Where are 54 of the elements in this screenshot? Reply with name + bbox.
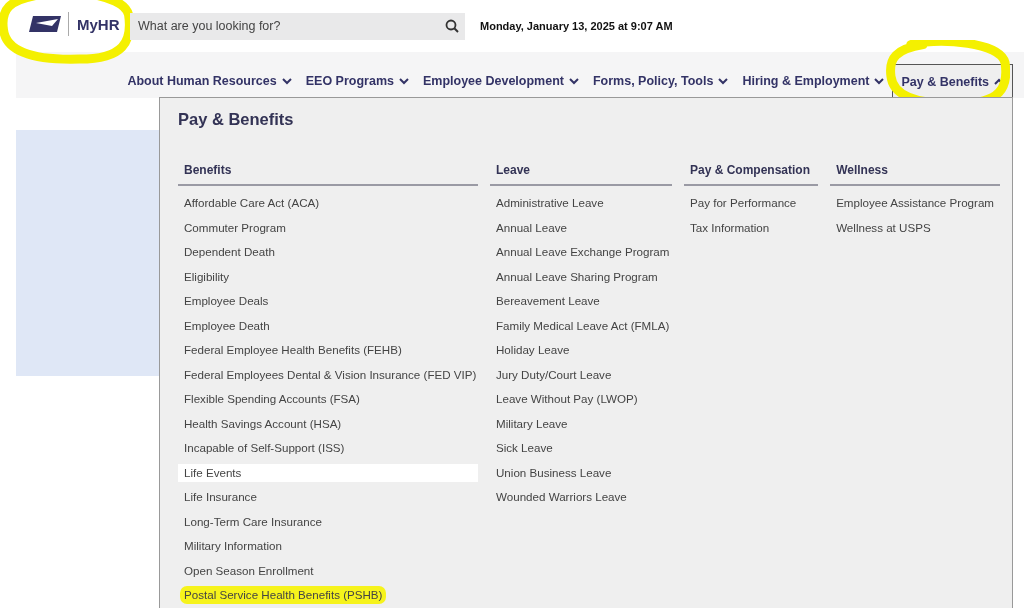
menu-link[interactable]: Employee Deals	[178, 292, 478, 310]
menu-title: Pay & Benefits	[178, 110, 295, 129]
menu-link[interactable]: Annual Leave Exchange Program	[490, 243, 672, 261]
column-heading: Wellness	[830, 163, 1000, 186]
nav-tab[interactable]: Hiring & Employment	[736, 64, 891, 98]
menu-link[interactable]: Long-Term Care Insurance	[178, 512, 478, 531]
menu-link[interactable]: Family Medical Leave Act (FMLA)	[490, 316, 672, 335]
menu-link[interactable]: Flexible Spending Accounts (FSA)	[178, 390, 478, 408]
menu-link[interactable]: Life Insurance	[178, 488, 478, 506]
caret-down-icon	[568, 77, 579, 85]
menu-link[interactable]: Annual Leave	[490, 218, 672, 237]
menu-link[interactable]: Annual Leave Sharing Program	[490, 267, 672, 286]
menu-link[interactable]: Employee Death	[178, 316, 478, 335]
menu-link[interactable]: Union Business Leave	[490, 463, 672, 482]
menu-link[interactable]: Wounded Warriors Leave	[490, 488, 672, 506]
menu-link[interactable]: Dependent Death	[178, 243, 478, 261]
menu-link[interactable]: Affordable Care Act (ACA)	[178, 194, 478, 212]
menu-link[interactable]: Employee Assistance Program	[830, 194, 1000, 212]
menu-link[interactable]: Life Events	[178, 463, 478, 482]
menu-link[interactable]: Administrative Leave	[490, 194, 672, 212]
search-field[interactable]: What are you looking for?	[130, 12, 465, 40]
menu-link[interactable]: Bereavement Leave	[490, 292, 672, 310]
menu-link[interactable]: Eligibility	[178, 267, 478, 286]
app-name[interactable]: MyHR	[77, 15, 120, 33]
menu-link[interactable]: Military Information	[178, 537, 478, 555]
menu-link[interactable]: Pay for Performance	[684, 194, 819, 212]
menu-link[interactable]: Leave Without Pay (LWOP)	[490, 390, 672, 408]
menu-link[interactable]: Tax Information	[684, 218, 819, 237]
menu-link[interactable]: Open Season Enrollment	[178, 561, 478, 580]
date-time: Monday, January 13, 2025 at 9:07 AM	[480, 20, 673, 32]
column-heading: Leave	[490, 163, 672, 186]
menu-link[interactable]: Wellness at USPS	[830, 218, 1000, 237]
caret-down-icon	[398, 77, 409, 85]
menu-link[interactable]: Postal Service Health Benefits (PSHB)	[178, 586, 389, 604]
menu-link[interactable]: Military Leave	[490, 414, 672, 433]
menu-link[interactable]: Jury Duty/Court Leave	[490, 365, 672, 384]
nav-tab[interactable]: EEO Programs	[299, 64, 415, 98]
column-heading: Pay & Compensation	[684, 163, 819, 186]
menu-link[interactable]: Holiday Leave	[490, 341, 672, 359]
menu-link[interactable]: Incapable of Self-Support (ISS)	[178, 439, 478, 457]
column-heading: Benefits	[178, 163, 478, 186]
search-icon[interactable]	[445, 18, 459, 33]
nav-tab[interactable]: About Human Resources	[121, 64, 298, 98]
caret-down-icon	[718, 77, 729, 85]
caret-down-icon	[874, 77, 885, 85]
menu-link[interactable]: Health Savings Account (HSA)	[178, 414, 478, 433]
nav-tab[interactable]: Employee Development	[416, 64, 585, 98]
eagle-logo-icon[interactable]	[28, 14, 62, 34]
menu-link[interactable]: Federal Employees Dental & Vision Insurance (FED VIP)	[178, 365, 478, 384]
caret-down-icon	[281, 77, 292, 85]
nav-tab[interactable]: Forms, Policy, Tools	[586, 64, 735, 98]
menu-link[interactable]: Federal Employee Health Benefits (FEHB)	[178, 341, 478, 359]
menu-link[interactable]: Sick Leave	[490, 439, 672, 457]
menu-link[interactable]: Commuter Program	[178, 218, 478, 237]
